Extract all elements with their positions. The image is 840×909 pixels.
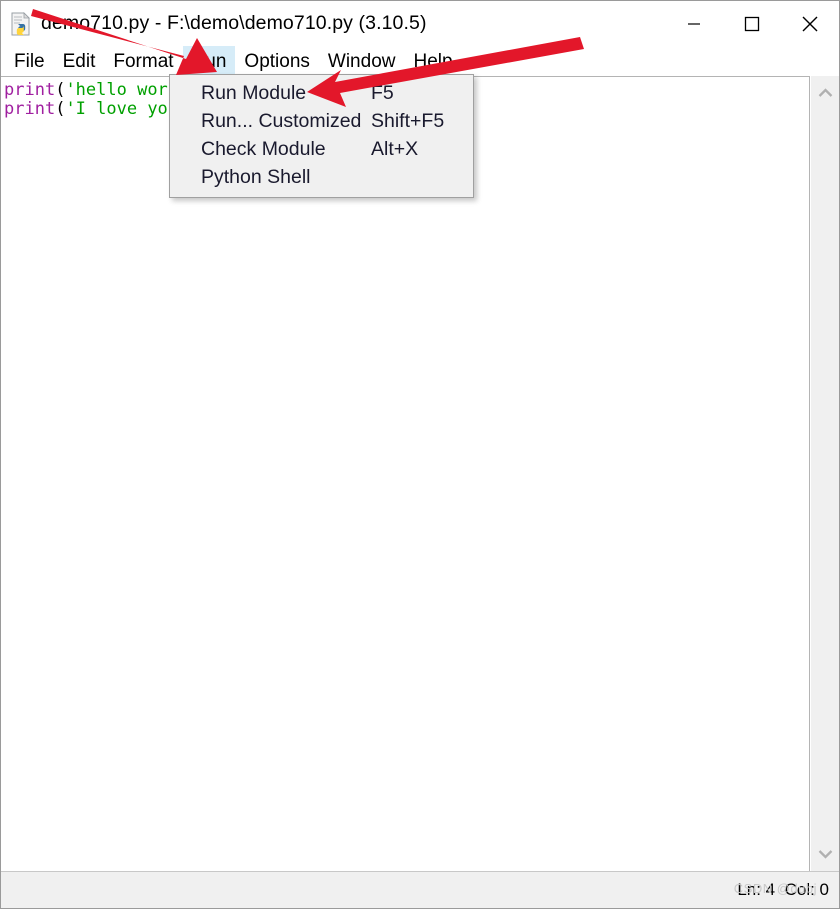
code-token-paren: ( <box>55 80 66 100</box>
cursor-position-indicator: Ln: 4 Col: 0 <box>737 880 829 899</box>
menu-file[interactable]: File <box>5 46 54 76</box>
chevron-down-icon[interactable] <box>811 837 839 871</box>
title-bar: demo710.py - F:\demo\demo710.py (3.10.5) <box>1 1 839 46</box>
code-token-function: print <box>4 80 56 100</box>
close-button[interactable] <box>781 1 839 46</box>
menu-format[interactable]: Format <box>104 46 182 76</box>
menu-run[interactable]: Run <box>182 46 236 76</box>
vertical-scrollbar[interactable] <box>810 76 839 871</box>
python-file-icon <box>10 11 32 36</box>
menu-item-label: Run... Customized <box>201 109 362 132</box>
menu-item-label: Run Module <box>201 81 307 104</box>
menu-bar: File Edit Format Run Options Window Help <box>1 46 839 76</box>
code-token-function: print <box>4 99 56 119</box>
code-token-string: 'hello wor <box>65 80 168 100</box>
menu-item-label: Check Module <box>201 137 326 160</box>
code-token-string: 'I love yo <box>65 99 168 119</box>
code-token-paren: ( <box>55 99 66 119</box>
menu-help[interactable]: Help <box>404 46 461 76</box>
menu-item-python-shell[interactable]: Python Shell <box>170 163 473 191</box>
window-title: demo710.py - F:\demo\demo710.py (3.10.5) <box>41 12 427 34</box>
menu-item-run-module[interactable]: Run Module F5 <box>170 79 473 107</box>
menu-item-run-customized[interactable]: Run... Customized Shift+F5 <box>170 107 473 135</box>
menu-item-label: Python Shell <box>201 165 311 188</box>
status-bar: Ln: 4 Col: 0 CSDN @dubj <box>1 871 839 908</box>
menu-item-shortcut: Alt+X <box>371 137 419 160</box>
maximize-button[interactable] <box>723 1 781 46</box>
minimize-button[interactable] <box>665 1 723 46</box>
chevron-up-icon[interactable] <box>811 76 839 110</box>
menu-edit[interactable]: Edit <box>54 46 105 76</box>
run-menu-dropdown: Run Module F5 Run... Customized Shift+F5… <box>169 74 474 198</box>
menu-item-shortcut: Shift+F5 <box>371 109 445 132</box>
menu-options[interactable]: Options <box>235 46 318 76</box>
caption-button-group <box>665 1 839 46</box>
menu-item-shortcut: F5 <box>371 81 394 104</box>
menu-window[interactable]: Window <box>319 46 405 76</box>
menu-item-check-module[interactable]: Check Module Alt+X <box>170 135 473 163</box>
